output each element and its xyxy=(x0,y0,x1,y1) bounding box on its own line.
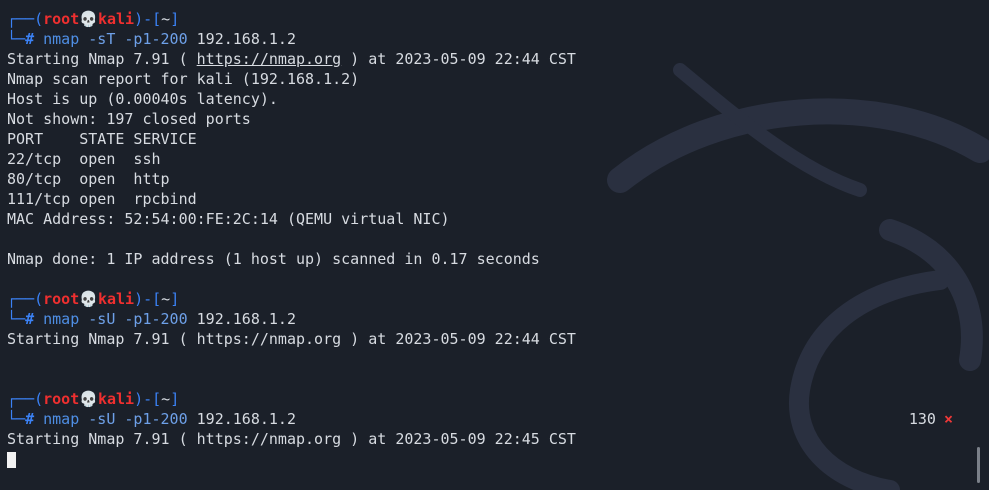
output-report: Nmap scan report for kali (192.168.1.2) xyxy=(7,70,360,88)
exit-status: 130 × xyxy=(909,409,953,429)
exit-code: 130 xyxy=(908,410,936,428)
prompt-corner-top: ┌──( xyxy=(7,10,44,28)
command-binary: nmap xyxy=(43,410,80,428)
prompt-mid: )-[ xyxy=(134,390,162,408)
prompt-corner-top: ┌──( xyxy=(7,290,44,308)
prompt-dir: ~ xyxy=(161,10,171,28)
error-x-icon: × xyxy=(943,410,953,428)
output-mac: MAC Address: 52:54:00:FE:2C:14 (QEMU vir… xyxy=(7,210,450,228)
prompt-user: root xyxy=(43,390,80,408)
output-host-up: Host is up (0.00040s latency). xyxy=(7,90,278,108)
command-line-2: └─# nmap -sU -p1-200 192.168.1.2 xyxy=(7,309,973,329)
command-target: 192.168.1.2 xyxy=(196,310,296,328)
prompt-line-2: ┌──(root💀kali)-[~] xyxy=(7,289,973,309)
port-row: 80/tcp open http xyxy=(7,170,170,188)
starting-prefix: Starting Nmap 7.91 ( xyxy=(7,50,197,68)
prompt-hash: # xyxy=(25,30,35,48)
output-starting: Starting Nmap 7.91 ( https://nmap.org ) … xyxy=(7,430,576,448)
prompt-host: kali xyxy=(97,290,135,308)
command-line-1: └─# nmap -sT -p1-200 192.168.1.2 xyxy=(7,29,973,49)
prompt-corner-bottom: └─ xyxy=(7,310,26,328)
output-starting: Starting Nmap 7.91 ( https://nmap.org ) … xyxy=(7,330,576,348)
command-line-3: └─# nmap -sU -p1-200 192.168.1.2 130 × xyxy=(7,409,973,429)
prompt-dir: ~ xyxy=(161,390,171,408)
prompt-dir: ~ xyxy=(161,290,171,308)
output-done: Nmap done: 1 IP address (1 host up) scan… xyxy=(7,250,540,268)
text-cursor[interactable] xyxy=(7,452,16,468)
command-target: 192.168.1.2 xyxy=(196,30,296,48)
prompt-line-1: ┌──(root💀kali)-[~] xyxy=(7,9,973,29)
prompt-corner-bottom: └─ xyxy=(7,410,26,428)
prompt-corner-bottom: └─ xyxy=(7,30,26,48)
command-args: -sU -p1-200 xyxy=(88,410,188,428)
prompt-host: kali xyxy=(97,390,135,408)
port-table-header: PORT STATE SERVICE xyxy=(7,130,197,148)
nmap-url-link[interactable]: https://nmap.org xyxy=(197,50,342,68)
prompt-corner-top: ┌──( xyxy=(7,390,44,408)
port-row: 22/tcp open ssh xyxy=(7,150,161,168)
output-not-shown: Not shown: 197 closed ports xyxy=(7,110,251,128)
prompt-line-3: ┌──(root💀kali)-[~] xyxy=(7,389,973,409)
prompt-hash: # xyxy=(25,310,35,328)
skull-icon: 💀 xyxy=(79,290,98,308)
input-line[interactable] xyxy=(7,449,973,469)
command-args: -sT -p1-200 xyxy=(88,30,188,48)
scrollbar-thumb[interactable] xyxy=(977,447,980,483)
skull-icon: 💀 xyxy=(79,10,98,28)
prompt-mid: )-[ xyxy=(134,290,162,308)
command-target: 192.168.1.2 xyxy=(196,410,296,428)
output-starting: Starting Nmap 7.91 ( https://nmap.org ) … xyxy=(7,49,973,69)
starting-suffix: ) at 2023-05-09 22:44 CST xyxy=(341,50,576,68)
prompt-user: root xyxy=(43,290,80,308)
prompt-close: ] xyxy=(170,10,180,28)
command-binary: nmap xyxy=(43,30,80,48)
prompt-close: ] xyxy=(170,390,180,408)
prompt-hash: # xyxy=(25,410,35,428)
prompt-user: root xyxy=(43,10,80,28)
prompt-close: ] xyxy=(170,290,180,308)
command-binary: nmap xyxy=(43,310,80,328)
prompt-mid: )-[ xyxy=(134,10,162,28)
prompt-host: kali xyxy=(97,10,135,28)
skull-icon: 💀 xyxy=(79,390,98,408)
port-row: 111/tcp open rpcbind xyxy=(7,190,197,208)
terminal-output[interactable]: ┌──(root💀kali)-[~] └─# nmap -sT -p1-200 … xyxy=(7,9,973,485)
command-args: -sU -p1-200 xyxy=(88,310,188,328)
